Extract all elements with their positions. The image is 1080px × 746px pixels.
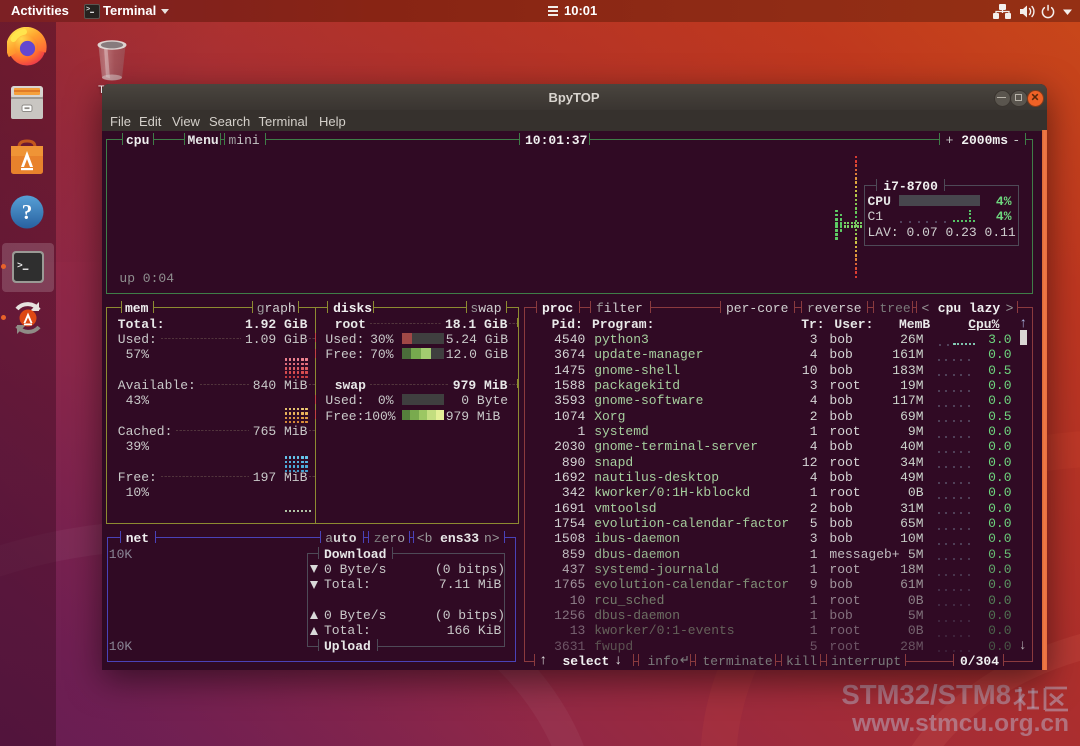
svg-text:?: ? bbox=[22, 200, 33, 224]
svg-text:>_: >_ bbox=[17, 260, 29, 271]
